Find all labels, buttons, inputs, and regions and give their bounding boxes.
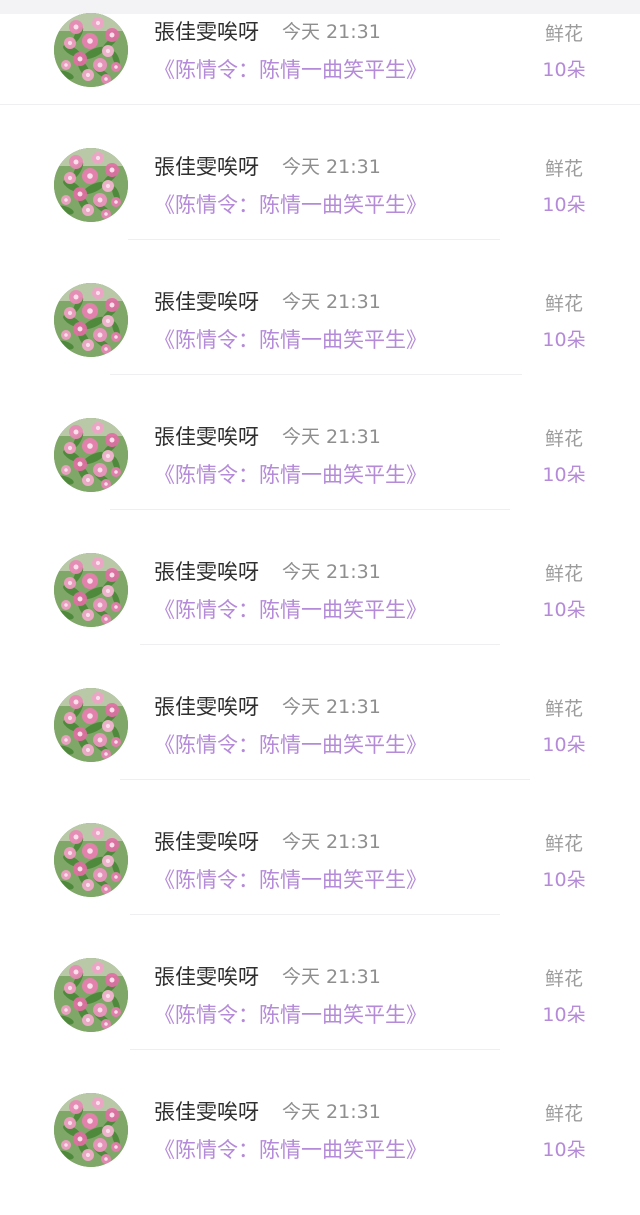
timestamp: 今天 21:31 [282, 561, 381, 583]
list-item[interactable]: 張佳雯唉呀 今天 21:31 《陈情令：陈情一曲笑平生》 鲜花 10朵 [0, 0, 640, 135]
avatar[interactable] [54, 148, 128, 222]
flower-photo-icon [54, 283, 128, 357]
user-name[interactable]: 張佳雯唉呀 [154, 289, 259, 315]
gift-count: 10朵 [542, 599, 586, 621]
timestamp: 今天 21:31 [282, 696, 381, 718]
gift-label: 鲜花 [544, 293, 583, 315]
list-item[interactable]: 張佳雯唉呀 今天 21:31 《陈情令：陈情一曲笑平生》 鲜花 10朵 [0, 675, 640, 810]
avatar[interactable] [54, 958, 128, 1032]
work-title[interactable]: 《陈情令：陈情一曲笑平生》 [154, 56, 427, 84]
list-item[interactable]: 張佳雯唉呀 今天 21:31 《陈情令：陈情一曲笑平生》 鲜花 10朵 [0, 270, 640, 405]
list-item[interactable]: 張佳雯唉呀 今天 21:31 《陈情令：陈情一曲笑平生》 鲜花 10朵 [0, 540, 640, 675]
gift-label: 鲜花 [544, 428, 583, 450]
avatar[interactable] [54, 688, 128, 762]
gift-count: 10朵 [542, 329, 586, 351]
timestamp: 今天 21:31 [282, 1101, 381, 1123]
gift-label: 鲜花 [544, 1103, 583, 1125]
row-divider [130, 914, 500, 915]
flower-photo-icon [54, 13, 128, 87]
list-item[interactable]: 張佳雯唉呀 今天 21:31 《陈情令：陈情一曲笑平生》 鲜花 10朵 [0, 1080, 640, 1215]
work-title[interactable]: 《陈情令：陈情一曲笑平生》 [154, 1136, 427, 1164]
gift-record-list: 張佳雯唉呀 今天 21:31 《陈情令：陈情一曲笑平生》 鲜花 10朵 張佳雯唉… [0, 0, 640, 1169]
row-divider [110, 509, 510, 510]
user-name[interactable]: 張佳雯唉呀 [154, 1099, 259, 1125]
gift-count: 10朵 [542, 194, 586, 216]
gift-label: 鲜花 [544, 833, 583, 855]
timestamp: 今天 21:31 [282, 966, 381, 988]
work-title[interactable]: 《陈情令：陈情一曲笑平生》 [154, 326, 427, 354]
gift-count: 10朵 [542, 59, 586, 81]
work-title[interactable]: 《陈情令：陈情一曲笑平生》 [154, 461, 427, 489]
gift-label: 鲜花 [544, 158, 583, 180]
row-divider [110, 374, 522, 375]
user-name[interactable]: 張佳雯唉呀 [154, 694, 259, 720]
user-name[interactable]: 張佳雯唉呀 [154, 559, 259, 585]
gift-label: 鲜花 [544, 968, 583, 990]
gift-count: 10朵 [542, 1139, 586, 1161]
gift-count: 10朵 [542, 869, 586, 891]
row-divider [0, 104, 640, 105]
list-item[interactable]: 張佳雯唉呀 今天 21:31 《陈情令：陈情一曲笑平生》 鲜花 10朵 [0, 810, 640, 945]
timestamp: 今天 21:31 [282, 831, 381, 853]
flower-photo-icon [54, 1093, 128, 1167]
avatar[interactable] [54, 283, 128, 357]
avatar[interactable] [54, 13, 128, 87]
avatar[interactable] [54, 1093, 128, 1167]
flower-photo-icon [54, 958, 128, 1032]
flower-photo-icon [54, 418, 128, 492]
timestamp: 今天 21:31 [282, 291, 381, 313]
row-divider [140, 644, 500, 645]
work-title[interactable]: 《陈情令：陈情一曲笑平生》 [154, 866, 427, 894]
user-name[interactable]: 張佳雯唉呀 [154, 154, 259, 180]
work-title[interactable]: 《陈情令：陈情一曲笑平生》 [154, 731, 427, 759]
timestamp: 今天 21:31 [282, 156, 381, 178]
avatar[interactable] [54, 823, 128, 897]
work-title[interactable]: 《陈情令：陈情一曲笑平生》 [154, 596, 427, 624]
flower-photo-icon [54, 823, 128, 897]
user-name[interactable]: 張佳雯唉呀 [154, 964, 259, 990]
user-name[interactable]: 張佳雯唉呀 [154, 829, 259, 855]
row-divider [120, 779, 530, 780]
row-divider [128, 239, 500, 240]
gift-label: 鲜花 [544, 698, 583, 720]
gift-count: 10朵 [542, 1004, 586, 1026]
row-divider [130, 1049, 500, 1050]
list-item[interactable]: 張佳雯唉呀 今天 21:31 《陈情令：陈情一曲笑平生》 鲜花 10朵 [0, 405, 640, 540]
gift-count: 10朵 [542, 734, 586, 756]
avatar[interactable] [54, 418, 128, 492]
flower-photo-icon [54, 553, 128, 627]
flower-photo-icon [54, 688, 128, 762]
timestamp: 今天 21:31 [282, 21, 381, 43]
user-name[interactable]: 張佳雯唉呀 [154, 424, 259, 450]
flower-photo-icon [54, 148, 128, 222]
gift-label: 鲜花 [544, 23, 583, 45]
list-item[interactable]: 張佳雯唉呀 今天 21:31 《陈情令：陈情一曲笑平生》 鲜花 10朵 [0, 945, 640, 1080]
list-item[interactable]: 張佳雯唉呀 今天 21:31 《陈情令：陈情一曲笑平生》 鲜花 10朵 [0, 135, 640, 270]
user-name[interactable]: 張佳雯唉呀 [154, 19, 259, 45]
timestamp: 今天 21:31 [282, 426, 381, 448]
work-title[interactable]: 《陈情令：陈情一曲笑平生》 [154, 1001, 427, 1029]
gift-label: 鲜花 [544, 563, 583, 585]
work-title[interactable]: 《陈情令：陈情一曲笑平生》 [154, 191, 427, 219]
gift-count: 10朵 [542, 464, 586, 486]
avatar[interactable] [54, 553, 128, 627]
